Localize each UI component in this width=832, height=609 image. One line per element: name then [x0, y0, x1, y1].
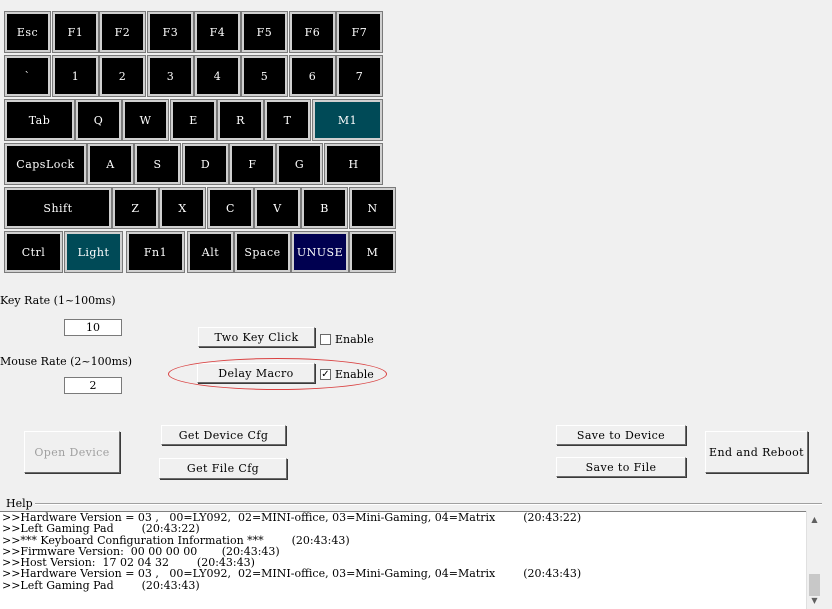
key-1[interactable]: 1	[52, 55, 99, 97]
two-key-enable-checkbox[interactable]	[320, 334, 331, 345]
get-device-cfg-button[interactable]: Get Device Cfg	[161, 425, 286, 445]
key-f1[interactable]: F1	[52, 11, 99, 53]
help-scrollbar[interactable]: ▲ ▼	[806, 511, 822, 609]
two-key-enable-label: Enable	[335, 333, 374, 346]
key-rate-input[interactable]: 10	[64, 319, 122, 336]
key-ctrl[interactable]: Ctrl	[4, 231, 63, 273]
mouse-rate-input[interactable]: 2	[64, 377, 122, 394]
key-esc[interactable]: Esc	[4, 11, 51, 53]
mouse-rate-label: Mouse Rate (2~100ms)	[0, 355, 133, 368]
key-g[interactable]: G	[276, 143, 323, 185]
key-2[interactable]: 2	[99, 55, 146, 97]
log-line: >>Left Gaming Pad (20:43:22)	[2, 522, 200, 536]
log-line: >>Left Gaming Pad (20:43:43)	[2, 578, 200, 592]
key-q[interactable]: Q	[75, 99, 122, 141]
key-w[interactable]: W	[122, 99, 169, 141]
key-f6[interactable]: F6	[289, 11, 336, 53]
two-key-click-button[interactable]: Two Key Click	[198, 327, 315, 347]
key-unuse[interactable]: UNUSE	[291, 231, 349, 273]
end-and-reboot-button[interactable]: End and Reboot	[705, 431, 808, 473]
key-f4[interactable]: F4	[194, 11, 241, 53]
key-capslock[interactable]: CapsLock	[4, 143, 87, 185]
key-e[interactable]: E	[170, 99, 217, 141]
key-f5[interactable]: F5	[241, 11, 288, 53]
help-log[interactable]: >>Hardware Version = 03 , 00=LY092, 02=M…	[0, 511, 822, 609]
key-rate-label: Key Rate (1~100ms)	[0, 294, 116, 307]
key-m1[interactable]: M1	[312, 99, 383, 141]
open-device-button[interactable]: Open Device	[24, 431, 120, 473]
key-space[interactable]: Space	[234, 231, 291, 273]
key-alt[interactable]: Alt	[187, 231, 234, 273]
highlight-ellipse	[168, 358, 387, 390]
key-h[interactable]: H	[324, 143, 383, 185]
save-to-device-button[interactable]: Save to Device	[556, 425, 686, 445]
key-v[interactable]: V	[254, 187, 301, 229]
key-t[interactable]: T	[264, 99, 311, 141]
key-s[interactable]: S	[134, 143, 181, 185]
key-shift[interactable]: Shift	[4, 187, 112, 229]
key-f[interactable]: F	[229, 143, 276, 185]
key-z[interactable]: Z	[112, 187, 159, 229]
key-r[interactable]: R	[217, 99, 264, 141]
key-x[interactable]: X	[159, 187, 206, 229]
get-file-cfg-button[interactable]: Get File Cfg	[159, 458, 287, 479]
key-4[interactable]: 4	[194, 55, 241, 97]
key-b[interactable]: B	[301, 187, 348, 229]
scroll-down-icon[interactable]: ▼	[807, 593, 822, 608]
key-7[interactable]: 7	[336, 55, 383, 97]
key-6[interactable]: 6	[289, 55, 336, 97]
scroll-up-icon[interactable]: ▲	[807, 512, 822, 527]
key-f2[interactable]: F2	[99, 11, 146, 53]
key-fn1[interactable]: Fn1	[126, 231, 185, 273]
help-title: Help	[6, 497, 35, 510]
key-d[interactable]: D	[182, 143, 229, 185]
key-c[interactable]: C	[207, 187, 254, 229]
key-3[interactable]: 3	[147, 55, 194, 97]
help-group-border	[6, 503, 822, 505]
key-f3[interactable]: F3	[147, 11, 194, 53]
key-5[interactable]: 5	[241, 55, 288, 97]
key-m[interactable]: M	[349, 231, 396, 273]
key-backtick[interactable]: `	[4, 55, 51, 97]
save-to-file-button[interactable]: Save to File	[556, 457, 686, 477]
key-a[interactable]: A	[87, 143, 134, 185]
key-n[interactable]: N	[349, 187, 396, 229]
key-light[interactable]: Light	[64, 231, 123, 273]
key-f7[interactable]: F7	[336, 11, 383, 53]
key-tab[interactable]: Tab	[4, 99, 75, 141]
